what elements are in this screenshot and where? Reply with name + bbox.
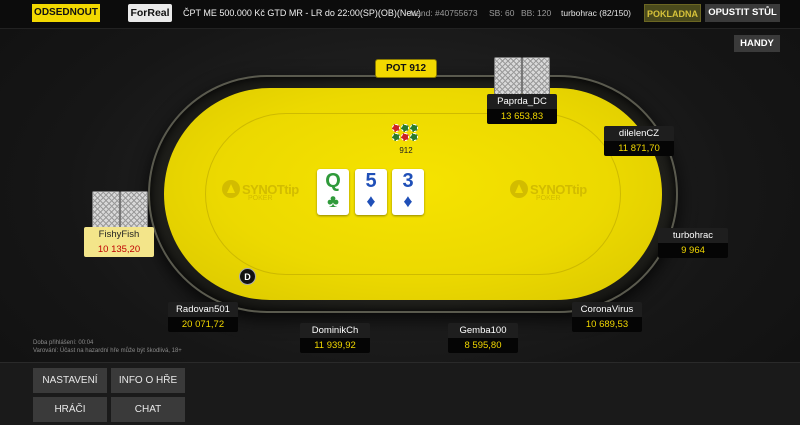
- card-back-icon: [120, 191, 148, 229]
- login-time: Doba přihlášení: 00:04: [33, 340, 94, 346]
- leave-table-button[interactable]: OPUSTIT STŮL: [705, 4, 780, 22]
- brand-logo-right: SYNOTtip POKER: [510, 180, 600, 202]
- big-blind: BB: 120: [521, 8, 552, 18]
- card-back-icon: [494, 57, 522, 95]
- player-seat-turbohrac[interactable]: turbohrac 9 964: [658, 228, 728, 258]
- player-stack: 10 689,53: [572, 317, 642, 332]
- board-card-1: Q ♣: [317, 169, 349, 215]
- player-stack: 8 595,80: [448, 338, 518, 353]
- player-name: dilelenCZ: [604, 126, 674, 141]
- player-seat-fishyfish[interactable]: FishyFish 10 135,20: [84, 227, 154, 257]
- player-name: Radovan501: [168, 302, 238, 317]
- player-seat-dilelencz[interactable]: dilelenCZ 11 871,70: [604, 126, 674, 156]
- player-seat-gemba100[interactable]: Gemba100 8 595,80: [448, 323, 518, 353]
- card-back-icon: [522, 57, 550, 95]
- board-card-2: 5 ♦: [355, 169, 387, 215]
- player-name: Gemba100: [448, 323, 518, 338]
- player-name: turbohrac: [658, 228, 728, 243]
- player-stack: 11 871,70: [604, 141, 674, 156]
- player-name: CoronaVirus: [572, 302, 642, 317]
- player-stack: 13 653,83: [487, 109, 557, 124]
- chat-button[interactable]: CHAT: [111, 397, 185, 422]
- player-seat-paprda[interactable]: Paprda_DC 13 653,83: [487, 94, 557, 124]
- hand-number: Hand: #40755673: [410, 8, 478, 18]
- synottip-logo-icon: [222, 180, 240, 198]
- card-rank: Q: [325, 170, 341, 192]
- pot-amount: 912: [399, 146, 413, 155]
- brand-logo-left: SYNOTtip POKER: [222, 180, 312, 202]
- players-button[interactable]: HRÁČI: [33, 397, 107, 422]
- small-blind: SB: 60: [489, 8, 515, 18]
- card-back-icon: [92, 191, 120, 229]
- player-name: Paprda_DC: [487, 94, 557, 109]
- card-rank: 5: [365, 170, 377, 192]
- player-stack: 10 135,20: [84, 242, 154, 257]
- player-stack: 9 964: [658, 243, 728, 258]
- diamonds-icon: ♦: [366, 191, 376, 211]
- player-seat-radovan501[interactable]: Radovan501 20 071,72: [168, 302, 238, 332]
- poker-table-window: ODSEDNOUT ForReal ČPT ME 500.000 Kč GTD …: [0, 0, 800, 425]
- player-stack: 20 071,72: [168, 317, 238, 332]
- player-name: DominikCh: [300, 323, 370, 338]
- sit-out-button[interactable]: ODSEDNOUT: [32, 4, 100, 22]
- board-card-3: 3 ♦: [392, 169, 424, 215]
- pot-chips-icon: [390, 122, 422, 144]
- cashier-button[interactable]: POKLADNA: [644, 4, 701, 22]
- hand-history-button[interactable]: HANDY: [734, 35, 780, 52]
- player-stack: 11 939,92: [300, 338, 370, 353]
- game-info-button[interactable]: INFO O HŘE: [111, 368, 185, 393]
- player-seat-coronavirus[interactable]: CoronaVirus 10 689,53: [572, 302, 642, 332]
- player-seat-dominikch[interactable]: DominikCh 11 939,92: [300, 323, 370, 353]
- diamonds-icon: ♦: [403, 191, 413, 211]
- settings-button[interactable]: NASTAVENÍ: [33, 368, 107, 393]
- synottip-logo-icon: [510, 180, 528, 198]
- gambling-warning: Varování: Účast na hazardní hře může být…: [33, 348, 182, 354]
- player-name: FishyFish: [84, 227, 154, 242]
- real-money-badge: ForReal: [128, 4, 172, 22]
- user-seat-info: turbohrac (82/150): [561, 8, 631, 18]
- tournament-title: ČPT ME 500.000 Kč GTD MR - LR do 22:00(S…: [183, 8, 421, 18]
- clubs-icon: ♣: [327, 191, 339, 211]
- top-bar: ODSEDNOUT ForReal ČPT ME 500.000 Kč GTD …: [0, 0, 800, 29]
- dealer-button: D: [239, 268, 256, 285]
- pot-label: POT 912: [376, 60, 436, 77]
- card-rank: 3: [402, 170, 414, 192]
